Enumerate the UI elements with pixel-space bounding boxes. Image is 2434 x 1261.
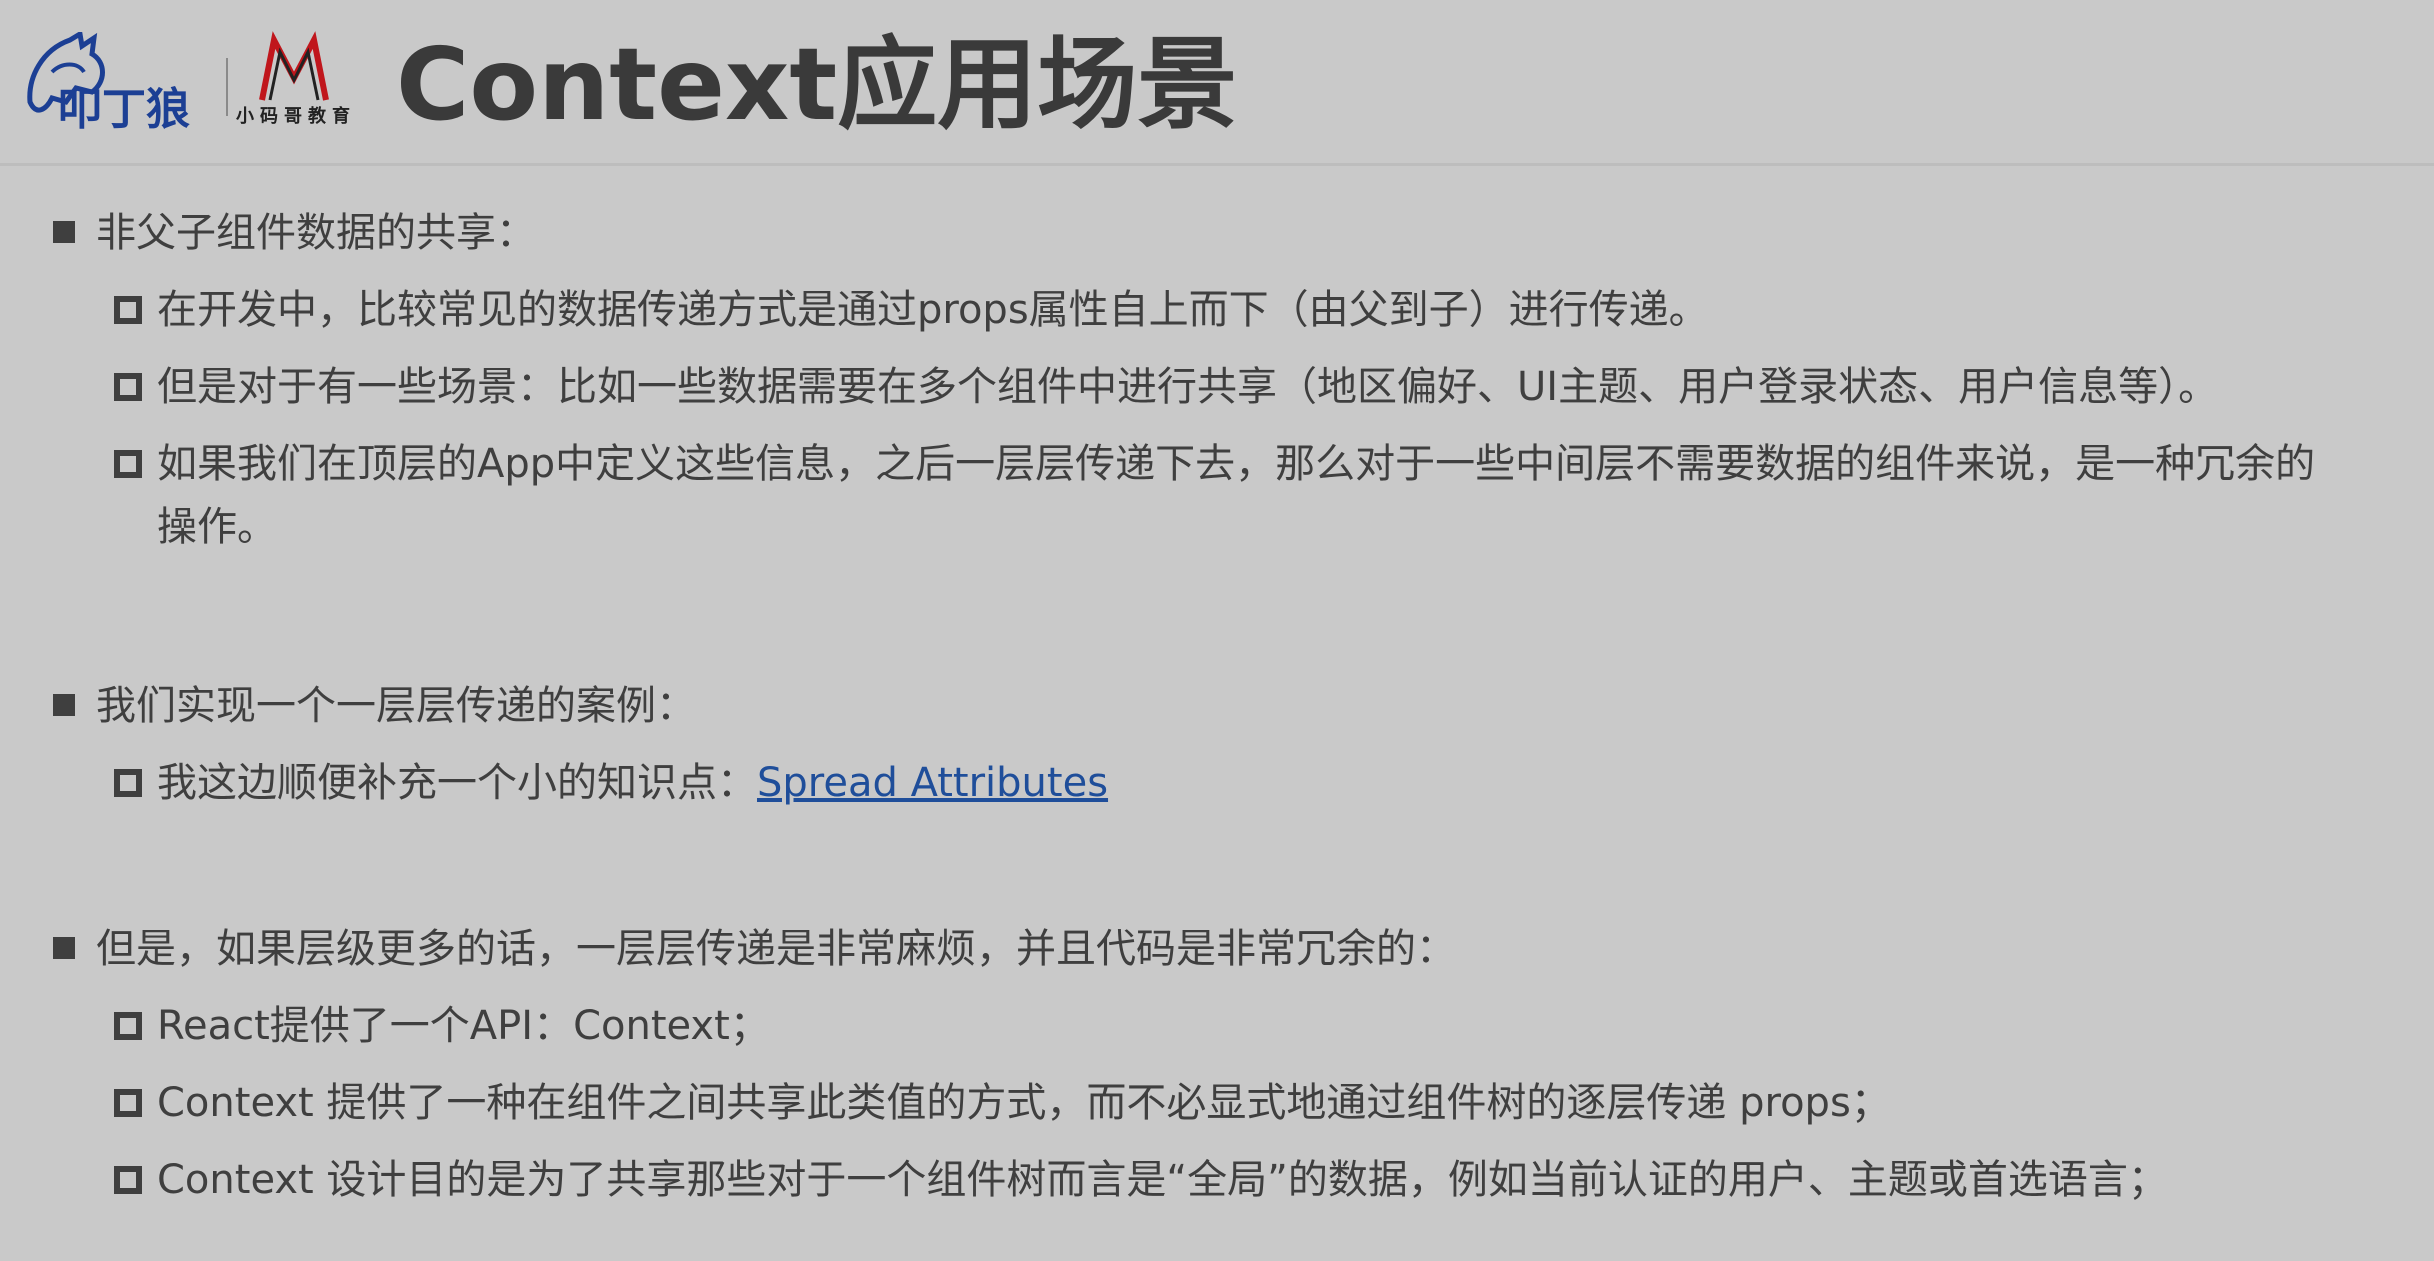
square-bullet-icon [53, 937, 75, 959]
list-item: React提供了一个API：Context； [157, 1003, 770, 1049]
wolf-logo-icon: 叩丁狼 [27, 32, 190, 132]
square-bullet-icon [53, 694, 75, 716]
list-item: 但是对于有一些场景：比如一些数据需要在多个组件中进行共享（地区偏好、UI主题、用… [157, 364, 2219, 410]
svg-text:叩丁狼: 叩丁狼 [58, 84, 190, 132]
list-item: 在开发中，比较常见的数据传递方式是通过props属性自上而下（由父到子）进行传递… [157, 287, 1709, 333]
hollow-square-bullet-icon [114, 1166, 142, 1194]
section-heading: 非父子组件数据的共享： [96, 210, 536, 256]
list-item: Context 设计目的是为了共享那些对于一个组件树而言是“全局”的数据，例如当… [157, 1157, 2168, 1203]
section-heading: 我们实现一个一层层传递的案例： [96, 683, 696, 729]
hollow-square-bullet-icon [114, 296, 142, 324]
hollow-square-bullet-icon [114, 373, 142, 401]
list-item: 如果我们在顶层的App中定义这些信息，之后一层层传递下去，那么对于一些中间层不需… [157, 441, 2316, 487]
spread-attributes-link[interactable]: Spread Attributes [757, 760, 1108, 806]
list-item: 我这边顺便补充一个小的知识点：Spread Attributes [157, 753, 1108, 813]
hollow-square-bullet-icon [114, 450, 142, 478]
brand-text: 小码哥教育 [236, 106, 356, 127]
square-bullet-icon [53, 221, 75, 243]
hollow-square-bullet-icon [114, 1089, 142, 1117]
section-heading: 但是，如果层级更多的话，一层层传递是非常麻烦，并且代码是非常冗余的： [96, 926, 1456, 972]
logo-divider [226, 58, 228, 116]
hollow-square-bullet-icon [114, 769, 142, 797]
list-item: Context 提供了一种在组件之间共享此类值的方式，而不必显式地通过组件树的逐… [157, 1080, 1891, 1126]
slide-header: 叩丁狼 小码哥教育 Context应用场景 [0, 0, 2434, 166]
hollow-square-bullet-icon [114, 1012, 142, 1040]
list-item-text: 我这边顺便补充一个小的知识点： [157, 760, 757, 806]
list-item-continuation: 操作。 [157, 504, 277, 550]
page-title: Context应用场景 [396, 26, 1238, 143]
